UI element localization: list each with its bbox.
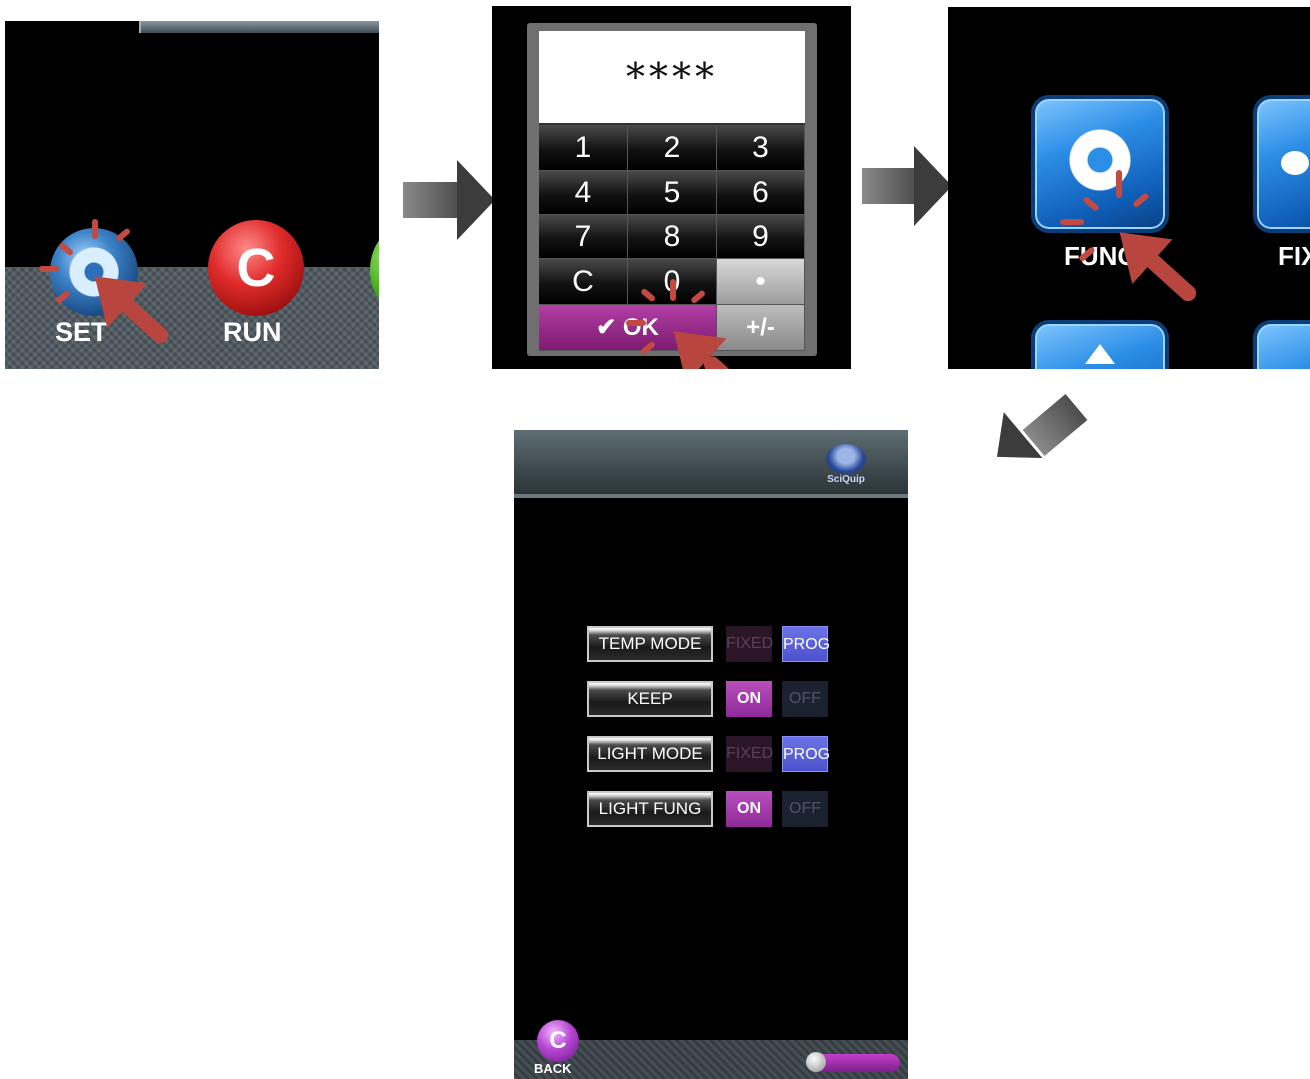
- temp-mode-label: TEMP MODE: [587, 626, 713, 662]
- back-label: BACK: [534, 1061, 572, 1076]
- flow-arrow-right-icon: [403, 160, 495, 240]
- function-settings-screen: SciQuip TEMP MODE FIXED PROG KEEP ON OFF…: [514, 430, 908, 1079]
- flow-arrow-right-icon: [862, 146, 954, 226]
- keep-on-option[interactable]: ON: [726, 681, 772, 717]
- function-menu-screen: FUNC FIX: [948, 7, 1310, 369]
- keep-label: KEEP: [587, 681, 713, 717]
- slider-knob[interactable]: [806, 1052, 826, 1072]
- light-mode-prog-option[interactable]: PROG: [782, 736, 830, 772]
- temp-mode-fixed-option[interactable]: FIXED: [726, 626, 773, 662]
- keep-off-option[interactable]: OFF: [782, 681, 828, 717]
- temp-mode-prog-option[interactable]: PROG: [782, 626, 830, 662]
- tap-indicator: [492, 6, 851, 369]
- home-dock-screen: C SET RUN: [5, 21, 379, 369]
- slider-track[interactable]: [814, 1054, 900, 1072]
- logo-text: SciQuip: [827, 474, 865, 485]
- password-keypad-screen: **** 1 2 3 4 5 6 7 8 9 C 0 • ✔ OK +/-: [492, 6, 851, 369]
- tap-indicator: [5, 21, 379, 369]
- light-fung-on-option[interactable]: ON: [726, 791, 772, 827]
- light-fung-label: LIGHT FUNG: [587, 791, 713, 827]
- logo-mark-icon: [826, 444, 866, 474]
- flow-arrow-down-left-icon: [977, 380, 1095, 480]
- tap-indicator: [948, 7, 1310, 369]
- sciquip-logo: SciQuip: [816, 444, 876, 488]
- light-mode-label: LIGHT MODE: [587, 736, 713, 772]
- back-button[interactable]: C: [537, 1020, 579, 1062]
- light-mode-fixed-option[interactable]: FIXED: [726, 736, 773, 772]
- light-fung-off-option[interactable]: OFF: [782, 791, 828, 827]
- back-icon: C: [549, 1027, 567, 1054]
